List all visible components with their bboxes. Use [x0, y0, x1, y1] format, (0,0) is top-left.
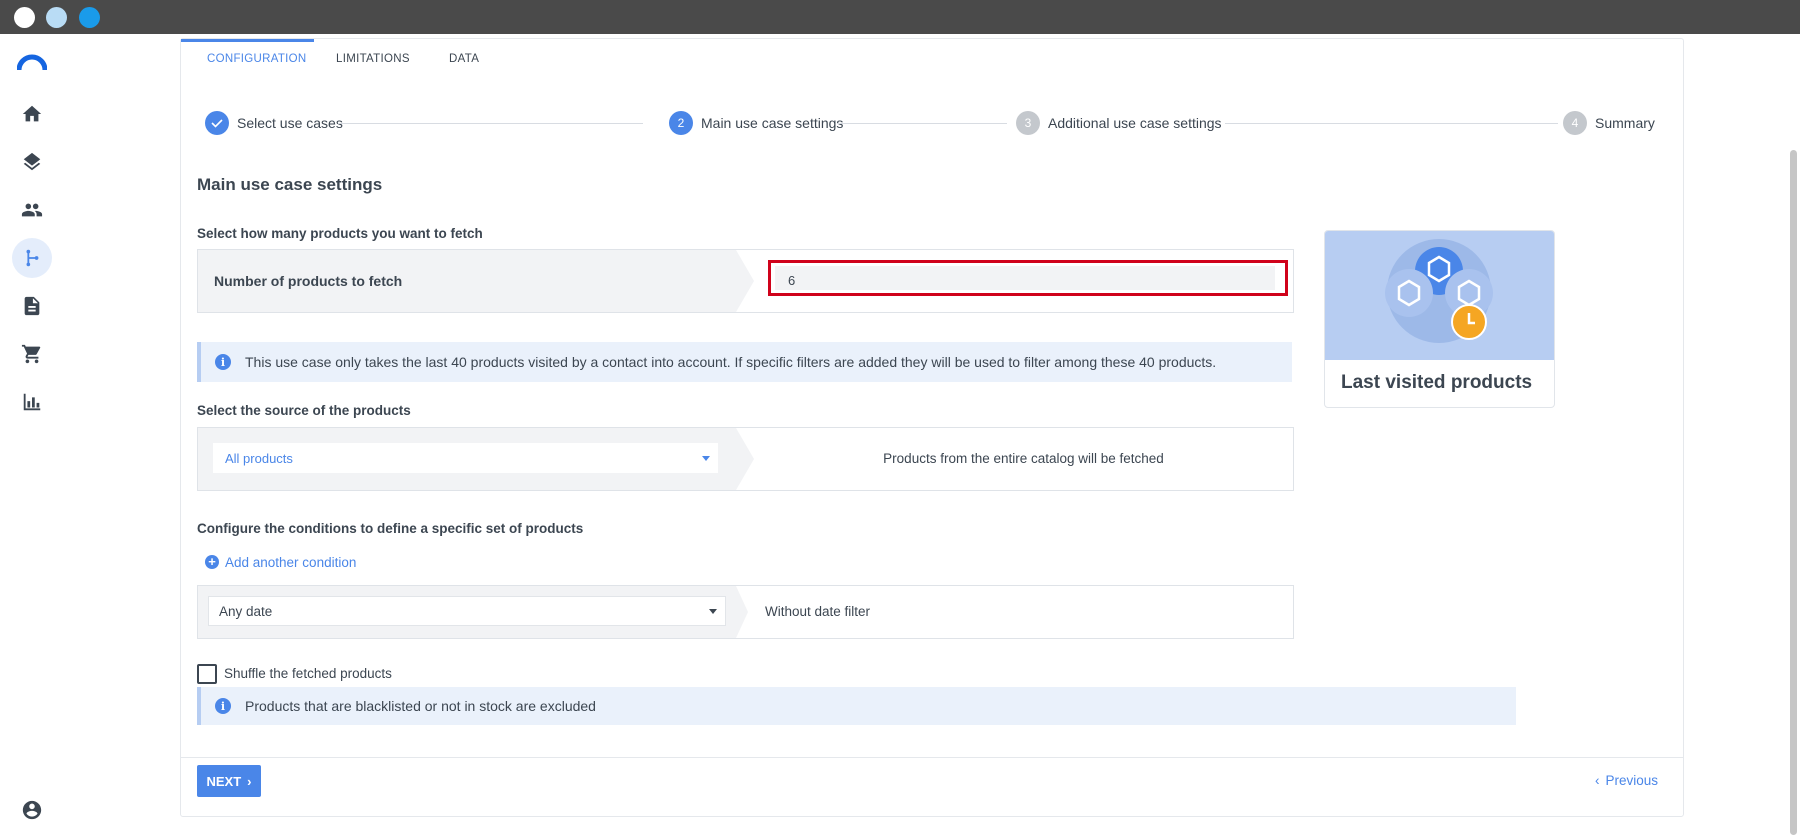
source-select[interactable]: All products	[213, 443, 718, 473]
row-arrow	[736, 428, 754, 490]
add-condition-link[interactable]: + Add another condition	[205, 553, 356, 571]
tab-configuration[interactable]: CONFIGURATION	[207, 53, 307, 65]
section-title: Main use case settings	[197, 175, 383, 194]
excluded-text: Products that are blacklisted or not in …	[245, 698, 596, 714]
chevron-right-icon: ›	[247, 773, 252, 789]
tab-limitations[interactable]: LIMITATIONS	[336, 53, 410, 65]
add-condition-label: Add another condition	[225, 554, 357, 570]
use-case-illustration	[1325, 231, 1554, 360]
products-count-field	[775, 266, 1275, 290]
chevron-down-icon	[709, 609, 717, 614]
source-row: All products Products from the entire ca…	[197, 427, 1294, 491]
source-select-value: All products	[225, 451, 293, 466]
products-count-value: 6	[788, 273, 796, 288]
page-scrollbar[interactable]	[1790, 150, 1797, 835]
footer-divider	[181, 757, 1683, 758]
plus-circle-icon: +	[205, 555, 219, 569]
info-banner: i This use case only takes the last 40 p…	[197, 342, 1292, 382]
excluded-banner: i Products that are blacklisted or not i…	[197, 687, 1516, 725]
home-icon[interactable]	[12, 94, 52, 134]
date-select[interactable]: Any date	[208, 596, 726, 626]
use-case-card: Last visited products	[1324, 230, 1555, 408]
contacts-icon[interactable]	[12, 190, 52, 230]
step-3-number: 3	[1016, 111, 1040, 135]
step-4-number: 4	[1563, 111, 1587, 135]
fetch-label: Number of products to fetch	[214, 273, 403, 289]
row-arrow	[736, 586, 748, 638]
scenarios-icon[interactable]	[12, 238, 52, 278]
active-tab-indicator	[181, 39, 314, 42]
step-2-label: Main use case settings	[701, 115, 844, 131]
account-icon[interactable]	[12, 790, 52, 830]
next-button[interactable]: NEXT ›	[197, 765, 261, 797]
row-arrow	[736, 250, 754, 312]
info-text: This use case only takes the last 40 pro…	[245, 354, 1217, 370]
step-connector	[1225, 123, 1558, 124]
date-description: Without date filter	[765, 604, 871, 619]
shuffle-checkbox[interactable]	[197, 664, 217, 684]
main-content: CONFIGURATION LIMITATIONS DATA Select us…	[63, 34, 1800, 835]
step-3-label: Additional use case settings	[1048, 115, 1222, 131]
previous-button-label: Previous	[1605, 773, 1659, 788]
products-count-input[interactable]: 6	[768, 260, 1288, 296]
window-maximize-button[interactable]	[79, 7, 100, 28]
info-icon: i	[215, 354, 231, 370]
sidebar	[0, 34, 64, 835]
window-close-button[interactable]	[14, 7, 35, 28]
step-2-number: 2	[669, 111, 693, 135]
next-button-label: NEXT	[206, 773, 242, 789]
step-4-label: Summary	[1595, 115, 1655, 131]
use-case-title: Last visited products	[1341, 372, 1533, 393]
date-select-value: Any date	[219, 604, 273, 619]
document-icon[interactable]	[12, 286, 52, 326]
bar-chart-icon[interactable]	[12, 382, 52, 422]
layers-icon[interactable]	[12, 142, 52, 182]
previous-button[interactable]: ‹ Previous	[1595, 773, 1658, 788]
shuffle-label: Shuffle the fetched products	[224, 666, 392, 681]
wizard-card: CONFIGURATION LIMITATIONS DATA Select us…	[180, 38, 1684, 817]
step-connector	[837, 123, 1007, 124]
chevron-left-icon: ‹	[1595, 773, 1600, 788]
chevron-down-icon	[702, 456, 710, 461]
window-minimize-button[interactable]	[46, 7, 67, 28]
cart-icon[interactable]	[12, 334, 52, 374]
conditions-question: Configure the conditions to define a spe…	[197, 521, 584, 536]
info-icon: i	[215, 698, 231, 714]
brand-logo[interactable]	[16, 54, 48, 71]
source-description: Products from the entire catalog will be…	[883, 451, 1164, 466]
step-connector	[338, 123, 643, 124]
step-1-label: Select use cases	[237, 115, 343, 131]
fetch-row: Number of products to fetch 6	[197, 249, 1294, 313]
step-1-complete-icon	[205, 111, 229, 135]
fetch-question: Select how many products you want to fet…	[197, 226, 483, 241]
window-titlebar	[0, 0, 1800, 34]
source-question: Select the source of the products	[197, 403, 411, 418]
tab-data[interactable]: DATA	[449, 53, 479, 65]
date-row: Any date Without date filter	[197, 585, 1294, 639]
